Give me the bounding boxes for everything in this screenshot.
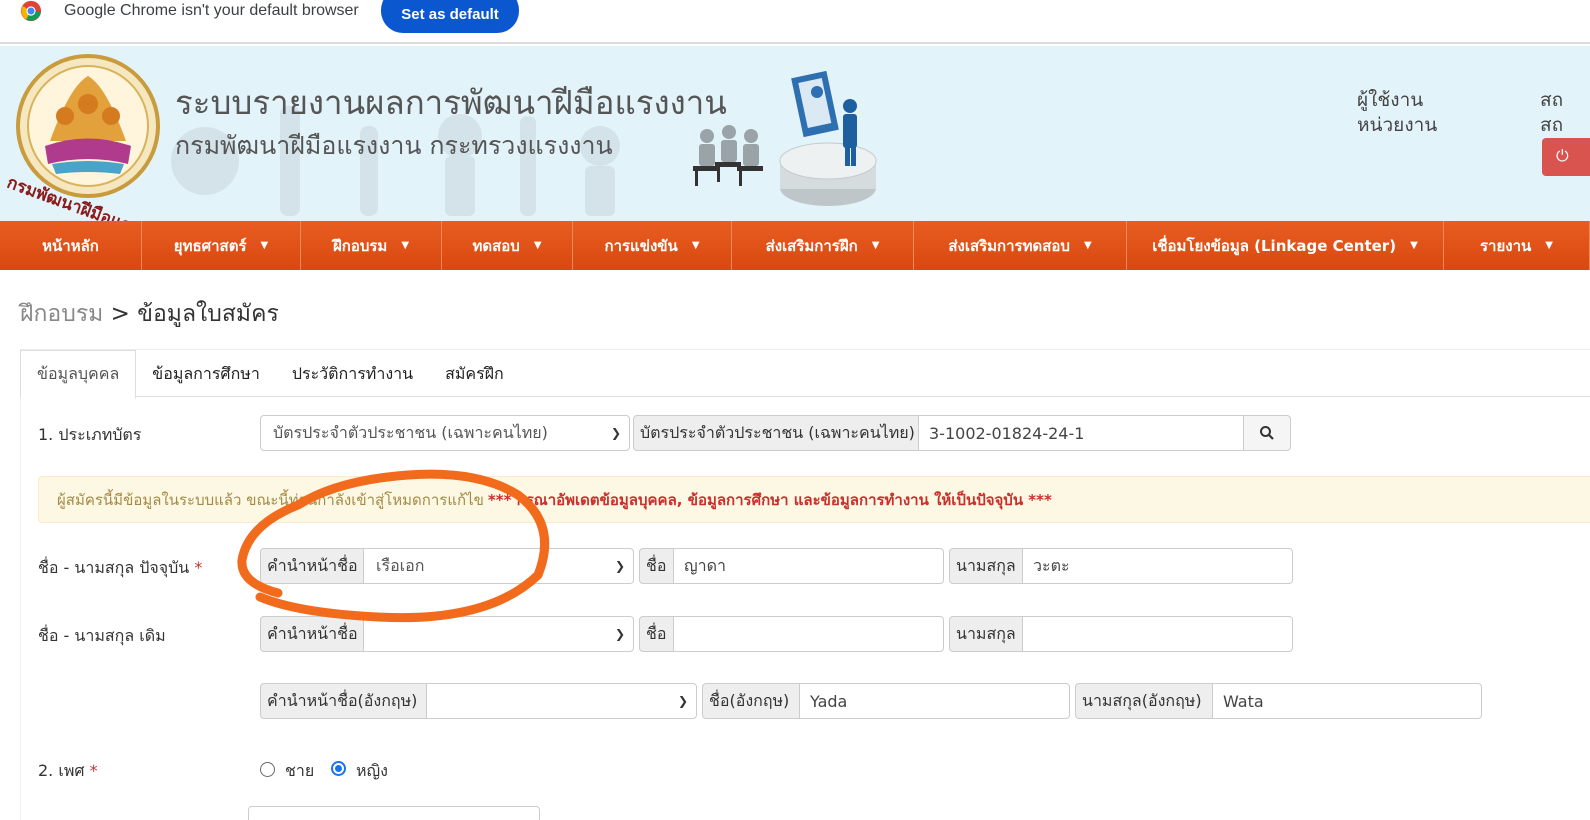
nav-item-8[interactable]: รายงาน ▼ [1444,221,1590,270]
current-prefix-select[interactable]: เรือเอก ❯ [363,548,634,584]
gender-female-radio[interactable] [331,761,346,776]
gender-label-text: 2. เพศ [38,761,85,780]
current-name-label-text: ชื่อ - นามสกุล ปัจจุบัน [38,558,190,577]
nav-item-1[interactable]: ยุทธศาสตร์ ▼ [142,221,301,270]
english-last-addon: นามสกุล(อังกฤษ) [1075,683,1213,719]
former-name-label: ชื่อ - นามสกุล เดิม [38,626,166,645]
tab-0[interactable]: ข้อมูลบุคคล [20,350,137,399]
edit-mode-alert: ผู้สมัครนี้มีข้อมูลในระบบแล้ว ขณะนี้ท่าน… [38,476,1590,523]
breadcrumb-root[interactable]: ฝึกอบรม [20,301,103,327]
nav-item-4[interactable]: การแข่งขัน ▼ [573,221,732,270]
tab-3[interactable]: สมัครฝึก [429,350,520,398]
chevron-down-icon: ❯ [677,694,688,708]
search-button[interactable] [1243,415,1291,451]
current-prefix-addon: คำนำหน้าชื่อ [260,548,364,584]
tab-1[interactable]: ข้อมูลการศึกษา [136,350,276,398]
current-name-label: ชื่อ - นามสกุล ปัจจุบัน * [38,556,202,581]
current-first-addon: ชื่อ [639,548,674,584]
former-first-input[interactable] [673,616,944,652]
logout-button[interactable]: ⏻ [1542,138,1590,176]
nav-item-label: ฝึกอบรม [332,236,388,255]
former-prefix-addon: คำนำหน้าชื่อ [260,616,364,652]
nav-item-3[interactable]: ทดสอบ ▼ [442,221,573,270]
nav-item-2[interactable]: ฝึกอบรม ▼ [301,221,442,270]
caret-down-icon: ▼ [533,240,542,251]
caret-down-icon: ▼ [1410,240,1418,251]
caret-down-icon: ▼ [691,240,700,251]
former-last-input[interactable] [1022,616,1293,652]
gender-label: 2. เพศ * [38,759,98,784]
caret-down-icon: ▼ [401,240,410,251]
card-type-select[interactable]: บัตรประจำตัวประชาชน (เฉพาะคนไทย) ❯ [260,415,630,451]
former-first-addon: ชื่อ [639,616,674,652]
nav-item-label: หน้าหลัก [42,236,99,255]
alert-notice: ผู้สมัครนี้มีข้อมูลในระบบแล้ว ขณะนี้ท่าน… [57,490,484,509]
former-prefix-select[interactable]: ❯ [363,616,634,652]
nav-item-5[interactable]: ส่งเสริมการฝึก ▼ [732,221,914,270]
card-id-addon: บัตรประจำตัวประชาชน (เฉพาะคนไทย) [633,415,919,451]
tab-2[interactable]: ประวัติการทำงาน [276,350,429,398]
card-type-label: 1. ประเภทบัตร [38,425,142,444]
nav-item-label: ทดสอบ [472,236,520,255]
card-type-select-value: บัตรประจำตัวประชาชน (เฉพาะคนไทย) [273,422,548,442]
breadcrumb-separator: > [103,301,138,327]
english-prefix-addon: คำนำหน้าชื่อ(อังกฤษ) [260,683,427,719]
required-marker: * [194,558,203,577]
unit-value: สถ [1540,114,1564,136]
chevron-down-icon: ❯ [614,627,625,641]
current-prefix-value: เรือเอก [376,555,425,575]
site-header: กรมพัฒนาฝีมือแรงงาน ระบบรายงานผลการพัฒนา… [0,46,1590,221]
nav-item-label: ยุทธศาสตร์ [173,236,247,255]
user-info-values: สถ สถ [1540,88,1563,138]
gender-female-label: หญิง [356,761,388,780]
gender-male-label: ชาย [285,761,315,780]
caret-down-icon: ▼ [871,240,880,251]
presenter-illustration-icon [693,70,877,206]
chevron-down-icon: ❯ [614,559,625,573]
main-nav: หน้าหลัก ยุทธศาสตร์ ▼ ฝึกอบรม ▼ ทดสอบ ▼ การแข่ง… [0,221,1590,270]
nav-item-label: รายงาน [1480,236,1532,255]
nav-item-label: เชื่อมโยงข้อมูล (Linkage Center) [1152,236,1397,255]
chevron-down-icon: ❯ [610,426,621,440]
card-id-input[interactable]: 3-1002-01824-24-1 [918,415,1244,451]
chrome-default-browser-bar: Google Chrome isn't your default browser… [0,0,1590,44]
nav-item-7[interactable]: เชื่อมโยงข้อมูล (Linkage Center) ▼ [1127,221,1444,270]
nav-item-label: การแข่งขัน [604,236,678,255]
caret-down-icon: ▼ [260,240,269,251]
tab-panel-border [20,397,21,820]
form-tabs: ข้อมูลบุคคล ข้อมูลการศึกษา ประวัติการทำงาน… [20,349,1590,399]
site-subtitle: กรมพัฒนาฝีมือแรงงาน กระทรวงแรงงาน [175,131,613,160]
department-seal-logo: กรมพัฒนาฝีมือแรงงาน [4,54,169,221]
next-row-control[interactable] [248,806,540,820]
breadcrumb: ฝึกอบรม > ข้อมูลใบสมัคร [20,296,279,332]
english-last-input[interactable]: Wata [1212,683,1482,719]
set-as-default-button[interactable]: Set as default [381,0,519,33]
chrome-default-message: Google Chrome isn't your default browser [64,2,359,19]
unit-label: หน่วยงาน [1357,114,1438,136]
search-icon [1260,426,1274,440]
current-first-input[interactable]: ญาดา [673,548,944,584]
alert-warning: *** กรุณาอัพเดตข้อมูลบุคคล, ข้อมูลการศึก… [487,490,1052,509]
nav-item-0[interactable]: หน้าหลัก [0,221,142,270]
caret-down-icon: ▼ [1545,240,1553,251]
english-prefix-select[interactable]: ❯ [426,683,697,719]
current-last-addon: นามสกุล [949,548,1023,584]
user-label: ผู้ใช้งาน [1357,89,1424,111]
nav-item-label: ส่งเสริมการทดสอบ [948,236,1070,255]
caret-down-icon: ▼ [1083,240,1092,251]
gender-male-radio[interactable] [260,762,275,777]
power-icon: ⏻ [1556,146,1569,165]
nav-item-label: ส่งเสริมการฝึก [765,236,858,255]
current-last-input[interactable]: วะตะ [1022,548,1293,584]
english-first-input[interactable]: Yada [799,683,1070,719]
site-title: ระบบรายงานผลการพัฒนาฝีมือแรงงาน [175,83,727,122]
user-value: สถ [1540,89,1564,111]
chrome-logo-icon [20,0,42,22]
required-marker: * [89,761,98,780]
nav-item-6[interactable]: ส่งเสริมการทดสอบ ▼ [914,221,1127,270]
former-last-addon: นามสกุล [949,616,1023,652]
breadcrumb-current: ข้อมูลใบสมัคร [137,301,279,327]
english-first-addon: ชื่อ(อังกฤษ) [702,683,800,719]
user-info-labels: ผู้ใช้งาน หน่วยงาน [1357,88,1437,138]
